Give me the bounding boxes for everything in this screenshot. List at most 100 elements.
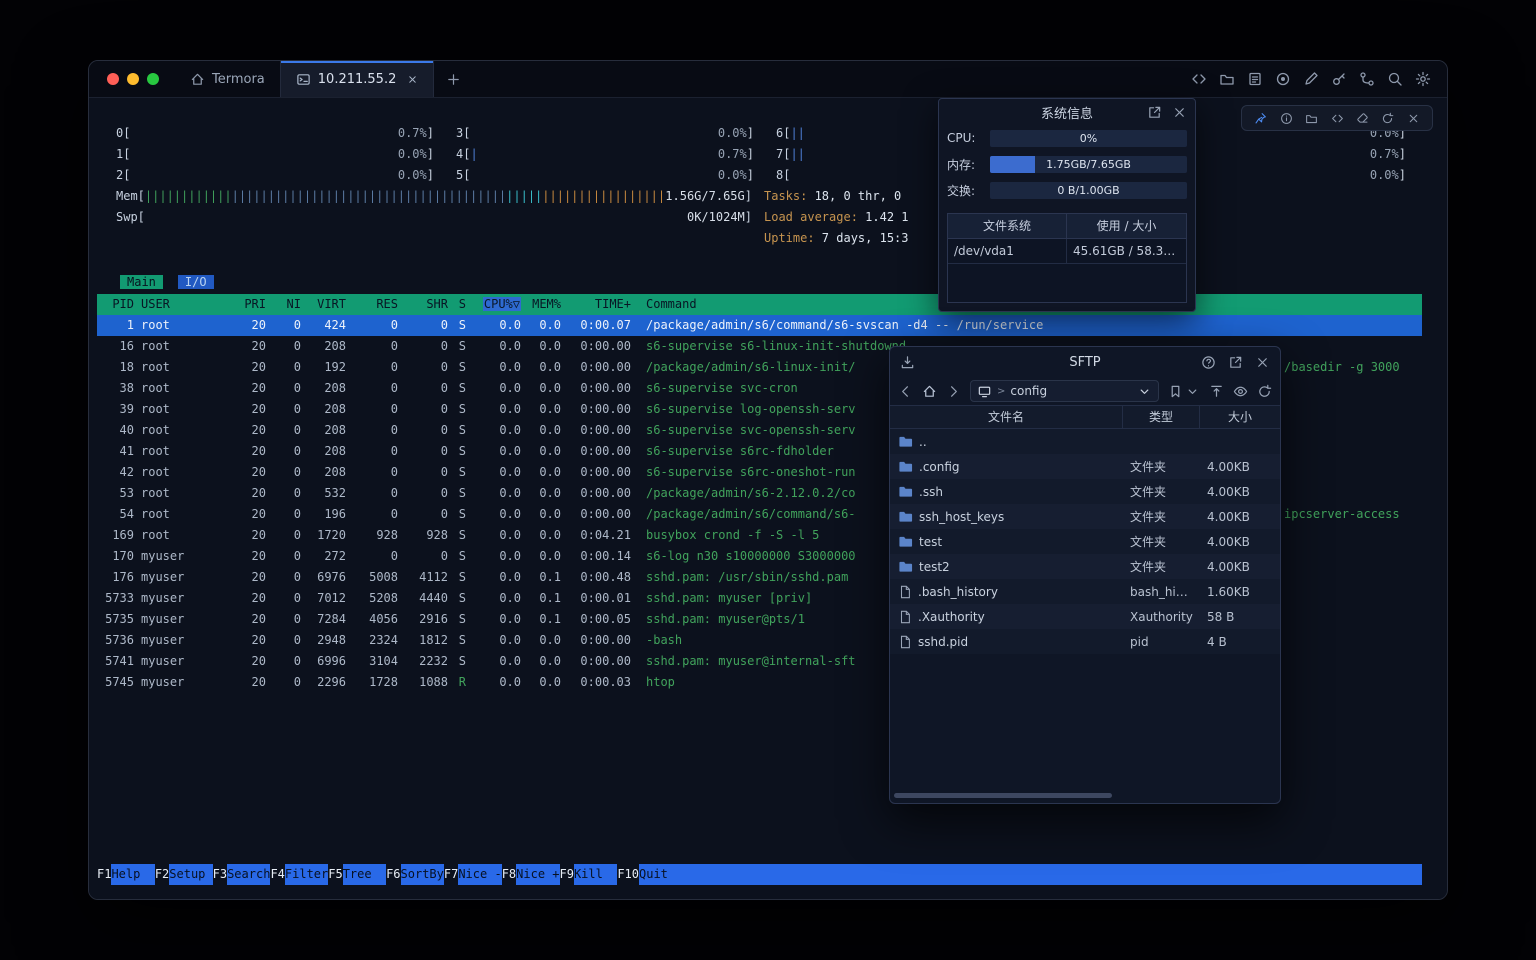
close-panel-icon[interactable] [1172,105,1187,120]
htop-tab-main[interactable]: Main [120,275,163,289]
swap-meter: Swp[0K/1024M] [116,207,752,228]
file-row[interactable]: sshd.pidpid4 B [890,629,1280,654]
column-header-filename[interactable]: 文件名 [890,406,1122,428]
report-icon[interactable] [1247,71,1263,87]
sftp-toolbar: > config [890,377,1280,405]
edit-icon[interactable] [1303,71,1319,87]
fkey-setup[interactable]: Setup [169,864,212,885]
show-hidden-icon[interactable] [1233,384,1248,399]
bookmark-icon [1168,384,1183,399]
file-type: 文件夹 [1122,458,1199,475]
tab-ssh-host[interactable]: 10.211.55.2 [280,61,435,97]
metric-label: 内存: [947,156,990,173]
computer-icon [977,384,992,399]
open-in-window-icon[interactable] [1228,355,1243,370]
pin-icon[interactable] [1254,112,1267,125]
info-icon[interactable] [1280,112,1293,125]
file-row[interactable]: .bash_historybash_hi…1.60KB [890,579,1280,604]
file-row[interactable]: .XauthorityXauthority58 B [890,604,1280,629]
fkey-quit[interactable]: Quit [639,864,682,885]
folder-icon[interactable] [1305,112,1318,125]
back-icon[interactable] [898,384,913,399]
fkey-search[interactable]: Search [227,864,270,885]
file-type: 文件夹 [1122,533,1199,550]
fkey-number: F10 [617,864,639,885]
process-row[interactable]: 1root20042400S0.00.00:00.07/package/admi… [97,315,1422,336]
branch-icon[interactable] [1359,71,1375,87]
title-toolbar [1191,71,1447,87]
sftp-window: SFTP > config [889,346,1281,804]
folder-icon [898,484,913,499]
current-directory: config [1010,384,1047,398]
fkey-tree[interactable]: Tree [343,864,386,885]
refresh-icon[interactable] [1381,112,1394,125]
search-icon[interactable] [1387,71,1403,87]
minimize-window-button[interactable] [127,73,139,85]
folder-icon[interactable] [1219,71,1235,87]
swap-usage-metric: 交换:0 B/1.00GB [939,177,1195,203]
close-window-button[interactable] [107,73,119,85]
close-icon[interactable] [1407,112,1420,125]
metric-label: 交换: [947,182,990,199]
file-row[interactable]: .. [890,429,1280,454]
file-name: .ssh [919,485,943,499]
file-name: .config [919,460,960,474]
fkey-number: F3 [213,864,227,885]
code-icon[interactable] [1331,112,1344,125]
record-icon[interactable] [1275,71,1291,87]
code-icon[interactable] [1191,71,1207,87]
eraser-icon[interactable] [1356,112,1369,125]
file-type: 文件夹 [1122,483,1199,500]
metric-value: 0% [990,130,1187,147]
metric-label: CPU: [947,131,990,145]
forward-icon[interactable] [946,384,961,399]
file-size: 1.60KB [1199,585,1280,599]
chevron-down-icon[interactable] [1137,384,1152,399]
file-icon [898,610,912,624]
fkey-nice-[interactable]: Nice - [458,864,501,885]
cpu2-meter: 2[0.0%] [116,165,434,186]
file-row[interactable]: ssh_host_keys文件夹4.00KB [890,504,1280,529]
transfers-icon[interactable] [900,355,915,370]
home-icon [190,72,205,87]
file-size: 4 B [1199,635,1280,649]
command-overflow-text: ipcserver-access [1284,504,1400,525]
bookmarks-button[interactable] [1168,384,1200,399]
refresh-icon[interactable] [1257,384,1272,399]
home-dir-icon[interactable] [922,384,937,399]
chevron-down-icon [1185,384,1200,399]
close-tab-icon[interactable] [407,74,418,85]
upload-icon[interactable] [1209,384,1224,399]
close-sftp-icon[interactable] [1255,355,1270,370]
open-in-window-icon[interactable] [1147,105,1162,120]
key-icon[interactable] [1331,71,1347,87]
path-breadcrumb[interactable]: > config [970,380,1159,402]
file-row[interactable]: .config文件夹4.00KB [890,454,1280,479]
column-header-type[interactable]: 类型 [1122,406,1199,428]
file-size: 58 B [1199,610,1280,624]
file-row[interactable]: test2文件夹4.00KB [890,554,1280,579]
help-icon[interactable] [1201,355,1216,370]
settings-icon[interactable] [1415,71,1431,87]
column-header-size[interactable]: 大小 [1199,406,1280,428]
file-size: 4.00KB [1199,510,1280,524]
fkey-nice-[interactable]: Nice + [516,864,559,885]
tab-termora[interactable]: Termora [175,61,280,97]
file-row[interactable]: test文件夹4.00KB [890,529,1280,554]
fkey-help[interactable]: Help [111,864,154,885]
htop-screen-tabs: Main I/O [120,272,214,293]
fkey-sortby[interactable]: SortBy [401,864,444,885]
cpu3-meter: 3[0.0%] [456,123,754,144]
folder-icon [898,509,913,524]
new-tab-button[interactable] [446,72,461,87]
horizontal-scrollbar[interactable] [894,793,1112,798]
filesystem-row: /dev/vda1 45.61GB / 58.3… [948,239,1186,264]
fkey-filter[interactable]: Filter [285,864,328,885]
file-type: Xauthority [1122,610,1199,624]
column-header-usage: 使用 / 大小 [1066,214,1186,238]
htop-tab-io[interactable]: I/O [178,275,214,289]
maximize-window-button[interactable] [147,73,159,85]
fkey-kill[interactable]: Kill [574,864,617,885]
file-row[interactable]: .ssh文件夹4.00KB [890,479,1280,504]
process-table-header[interactable]: PIDUSERPRINIVIRTRESSHRSCPU%▽MEM%TIME+Com… [97,294,1422,315]
